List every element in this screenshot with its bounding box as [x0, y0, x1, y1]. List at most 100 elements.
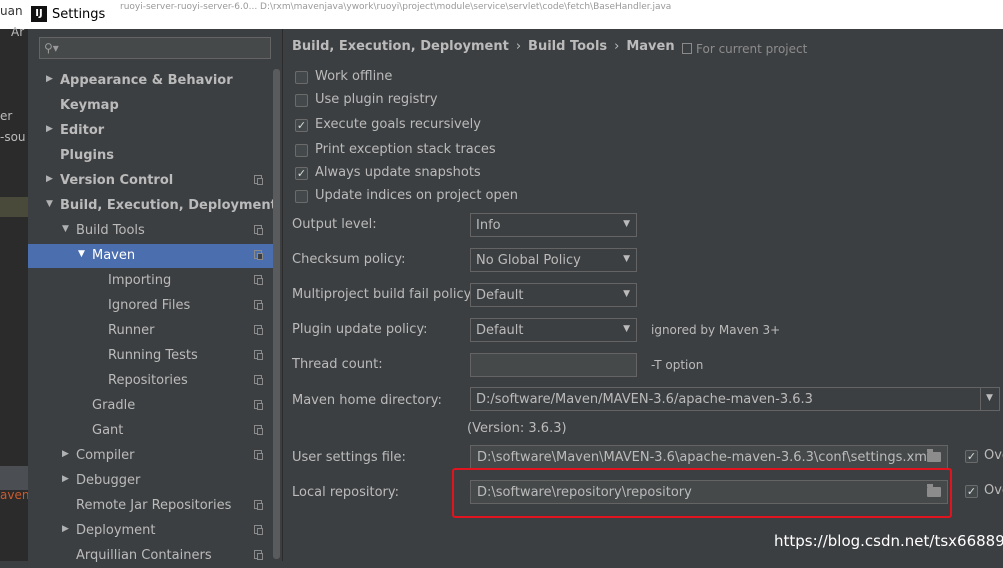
background-ide-strip: Ar er -sou aven	[0, 25, 30, 561]
for-project-label: For current project	[696, 42, 808, 56]
sidebar-item-debugger[interactable]: ▶ Debugger	[28, 469, 274, 493]
sidebar-item-label: Build Tools	[76, 223, 145, 238]
settings-sidebar: ⚲▾ ▶ Appearance & Behavior Keymap ▶ Editor Pl…	[28, 29, 283, 563]
breadcrumb: Build, Execution, Deployment › Build Tools…	[292, 39, 675, 54]
sidebar-item-build-execution-deployment[interactable]: ▼ Build, Execution, Deployment	[28, 194, 277, 218]
sidebar-item-label: Plugins	[60, 148, 114, 163]
maven-version-label: (Version: 3.6.3)	[467, 421, 567, 436]
checkbox[interactable]	[295, 94, 308, 107]
sidebar-item-label: Maven	[92, 248, 136, 263]
sidebar-item-appearance-behavior[interactable]: ▶ Appearance & Behavior	[28, 69, 274, 93]
sidebar-item-maven[interactable]: ▼ Maven	[28, 244, 274, 268]
plugin-update-policy-select[interactable]: Default ▼	[470, 318, 637, 342]
chevron-down-icon: ▼	[623, 254, 630, 264]
checksum-policy-label: Checksum policy:	[292, 252, 406, 267]
sidebar-item-running-tests[interactable]: Running Tests	[28, 344, 274, 368]
sidebar-item-label: Compiler	[76, 448, 135, 463]
user-settings-input[interactable]: D:\software\Maven\MAVEN-3.6\apache-maven…	[470, 445, 948, 469]
window-titlebar: uan ruoyi-server-ruoyi-server-6.0... D:\…	[0, 0, 1003, 29]
sidebar-item-build-tools[interactable]: ▼ Build Tools	[28, 219, 274, 243]
breadcrumb-separator: ›	[614, 39, 620, 54]
maven-home-label: Maven home directory:	[292, 393, 442, 408]
local-repository-override-checkbox[interactable]: ✓	[965, 485, 978, 498]
expand-right-icon[interactable]: ▶	[46, 174, 53, 184]
sidebar-item-gradle[interactable]: Gradle	[28, 394, 274, 418]
expand-right-icon[interactable]: ▶	[62, 524, 69, 534]
sidebar-scrollbar[interactable]	[273, 69, 280, 559]
sidebar-item-label: Running Tests	[108, 348, 198, 363]
sidebar-item-compiler[interactable]: ▶ Compiler	[28, 444, 274, 468]
maven-home-dropdown-button[interactable]: ▼	[980, 387, 1000, 411]
expand-down-icon[interactable]: ▼	[62, 224, 69, 234]
sidebar-item-editor[interactable]: ▶ Editor	[28, 119, 274, 143]
user-settings-override-label: Ove	[984, 448, 1003, 463]
checkbox[interactable]: ✓	[295, 119, 308, 132]
checkbox[interactable]	[295, 71, 308, 84]
expand-right-icon[interactable]: ▶	[46, 74, 53, 84]
sidebar-item-repositories[interactable]: Repositories	[28, 369, 274, 393]
user-settings-override-checkbox[interactable]: ✓	[965, 450, 978, 463]
sidebar-item-importing[interactable]: Importing	[28, 269, 274, 293]
highlight-annotation-box	[452, 468, 952, 518]
checkbox-label: Execute goals recursively	[315, 117, 481, 132]
sidebar-item-label: Gant	[92, 423, 124, 438]
plugin-update-policy-note: ignored by Maven 3+	[651, 323, 781, 337]
plugin-update-policy-label: Plugin update policy:	[292, 322, 428, 337]
background-window-title: uan	[0, 4, 23, 18]
multiproject-fail-policy-value: Default	[476, 288, 524, 303]
project-scope-icon	[254, 350, 263, 360]
background-text: er	[0, 109, 13, 123]
project-scope-icon	[254, 550, 263, 560]
settings-search-input[interactable]: ⚲▾	[39, 37, 271, 59]
background-text: aven	[0, 488, 30, 502]
background-text: Ar	[11, 25, 25, 39]
checksum-policy-value: No Global Policy	[476, 253, 581, 268]
output-level-select[interactable]: Info ▼	[470, 213, 637, 237]
thread-count-input[interactable]	[470, 353, 637, 377]
chevron-down-icon: ▼	[623, 324, 630, 334]
expand-down-icon[interactable]: ▼	[46, 199, 53, 209]
multiproject-fail-policy-select[interactable]: Default ▼	[470, 283, 637, 307]
sidebar-item-keymap[interactable]: Keymap	[28, 94, 274, 118]
checkbox[interactable]: ✓	[295, 167, 308, 180]
background-url-ghost: ruoyi-server-ruoyi-server-6.0... D:\rxm\…	[120, 2, 672, 12]
project-scope-icon	[682, 43, 692, 54]
output-level-value: Info	[476, 218, 501, 233]
expand-right-icon[interactable]: ▶	[62, 449, 69, 459]
project-scope-icon	[254, 450, 263, 460]
expand-down-icon[interactable]: ▼	[78, 249, 85, 259]
sidebar-item-runner[interactable]: Runner	[28, 319, 274, 343]
expand-right-icon[interactable]: ▶	[62, 474, 69, 484]
watermark: https://blog.csdn.net/tsx668899	[774, 532, 1003, 550]
sidebar-item-plugins[interactable]: Plugins	[28, 144, 274, 168]
breadcrumb-item: Build, Execution, Deployment	[292, 39, 509, 54]
chevron-down-icon: ▼	[623, 289, 630, 299]
project-scope-icon	[254, 325, 263, 335]
breadcrumb-item: Build Tools	[528, 39, 608, 54]
sidebar-item-version-control[interactable]: ▶ Version Control	[28, 169, 274, 193]
user-settings-label: User settings file:	[292, 450, 406, 465]
expand-right-icon[interactable]: ▶	[46, 124, 53, 134]
sidebar-item-label: Ignored Files	[108, 298, 191, 313]
checkbox[interactable]	[295, 144, 308, 157]
sidebar-item-remote-jar-repositories[interactable]: Remote Jar Repositories	[28, 494, 274, 518]
user-settings-value: D:\software\Maven\MAVEN-3.6\apache-maven…	[477, 450, 931, 465]
checksum-policy-select[interactable]: No Global Policy ▼	[470, 248, 637, 272]
search-icon: ⚲▾	[44, 41, 59, 55]
sidebar-item-label: Deployment	[76, 523, 156, 538]
sidebar-item-arquillian-containers[interactable]: Arquillian Containers	[28, 544, 274, 568]
output-level-label: Output level:	[292, 217, 377, 232]
folder-icon[interactable]	[927, 449, 941, 462]
sidebar-item-deployment[interactable]: ▶ Deployment	[28, 519, 274, 543]
sidebar-item-label: Gradle	[92, 398, 136, 413]
checkbox[interactable]	[295, 190, 308, 203]
sidebar-item-ignored-files[interactable]: Ignored Files	[28, 294, 274, 318]
sidebar-item-gant[interactable]: Gant	[28, 419, 274, 443]
checkbox-label: Update indices on project open	[315, 188, 518, 203]
breadcrumb-item: Maven	[626, 39, 675, 54]
maven-home-combo[interactable]: D:/software/Maven/MAVEN-3.6/apache-maven…	[470, 387, 982, 411]
project-scope-icon	[254, 225, 263, 235]
checkbox-label: Work offline	[315, 69, 393, 84]
project-scope-icon	[254, 275, 263, 285]
sidebar-item-label: Appearance & Behavior	[60, 73, 233, 88]
